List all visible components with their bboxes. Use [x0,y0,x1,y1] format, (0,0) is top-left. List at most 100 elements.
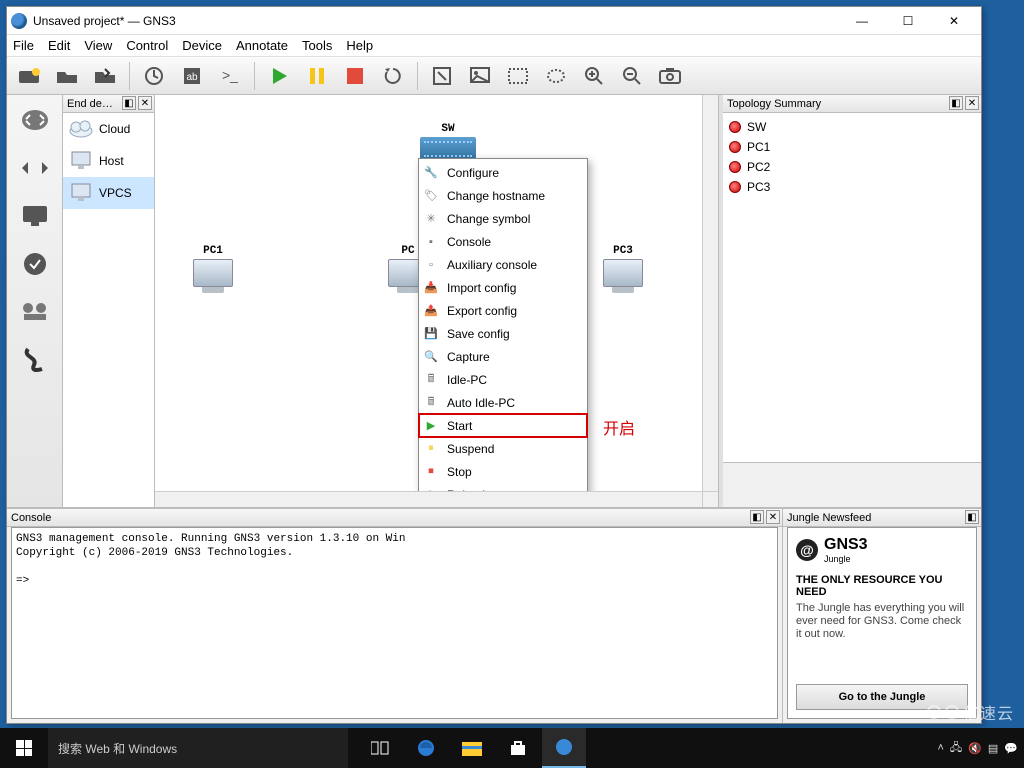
pause-icon: ⏸ [423,441,439,457]
menu-edit[interactable]: Edit [48,38,70,53]
console-output[interactable]: GNS3 management console. Running GNS3 ve… [11,527,778,719]
start-all-icon[interactable] [263,61,295,91]
task-view-icon[interactable] [358,728,402,768]
console-header: Console ◧✕ [7,509,782,527]
ctx-save-config[interactable]: 💾Save config [419,322,587,345]
ctx-capture[interactable]: 🔍Capture [419,345,587,368]
node-sw[interactable]: SW [420,123,476,161]
canvas-vscrollbar[interactable] [702,95,718,491]
ctx-export-config[interactable]: 📤Export config [419,299,587,322]
jungle-text: The Jungle has everything you will ever … [796,602,968,641]
device-item-host[interactable]: Host [63,145,154,177]
panel-float-icon[interactable]: ◧ [965,510,979,524]
menu-file[interactable]: File [13,38,34,53]
end-devices-icon[interactable] [16,199,54,233]
ctx-configure[interactable]: 🔧Configure [419,161,587,184]
ctx-idle-pc[interactable]: 🖩Idle-PC [419,368,587,391]
close-button[interactable]: ✕ [931,7,977,35]
toolbar: ab >_ [7,57,981,95]
annotate-ellipse-icon[interactable] [540,61,572,91]
panel-float-icon[interactable]: ◧ [949,96,963,110]
ctx-change-hostname[interactable]: 🏷Change hostname [419,184,587,207]
topology-item-pc3[interactable]: PC3 [729,177,975,197]
start-button[interactable] [0,728,48,768]
annotate-note-icon[interactable] [426,61,458,91]
panel-float-icon[interactable]: ◧ [750,510,764,524]
device-panel: End de… ◧✕ CloudHostVPCS [63,95,155,507]
play-icon: ▶ [423,418,439,434]
symbol-icon: ✳ [423,211,439,227]
console-all-icon[interactable]: >_ [214,61,246,91]
menu-view[interactable]: View [84,38,112,53]
link-icon[interactable] [16,343,54,377]
node-pc1[interactable]: PC1 [190,245,236,299]
store-icon[interactable] [496,728,540,768]
topology-item-sw[interactable]: SW [729,117,975,137]
switches-icon[interactable] [16,151,54,185]
open-project-icon[interactable] [51,61,83,91]
annotate-image-icon[interactable] [464,61,496,91]
tray-volume-icon[interactable]: 🔇 [968,742,982,755]
annotation-text: 开启 [603,415,635,439]
snapshot-icon[interactable] [138,61,170,91]
maximize-button[interactable]: ☐ [885,7,931,35]
ctx-stop[interactable]: ⏹Stop [419,460,587,483]
panel-float-icon[interactable]: ◧ [122,96,136,110]
capture-icon: 🔍 [423,349,439,365]
tray-chevron-icon[interactable]: ˄ [937,742,943,754]
canvas-hscrollbar[interactable] [155,491,702,507]
stop-all-icon[interactable] [339,61,371,91]
status-dot-icon [729,161,741,173]
context-menu: 🔧Configure🏷Change hostname✳Change symbol… [418,158,588,491]
export-icon: 📤 [423,303,439,319]
gns3-taskbar-icon[interactable] [542,728,586,768]
node-pc3[interactable]: PC3 [600,245,646,299]
jungle-logo: @ GNS3Jungle [796,536,968,564]
zoom-in-icon[interactable] [578,61,610,91]
panel-close-icon[interactable]: ✕ [965,96,979,110]
panel-close-icon[interactable]: ✕ [138,96,152,110]
ctx-start[interactable]: ▶Start [419,414,587,437]
ctx-suspend[interactable]: ⏸Suspend [419,437,587,460]
reload-all-icon[interactable] [377,61,409,91]
ctx-reload[interactable]: ⟳Reload [419,483,587,491]
status-dot-icon [729,121,741,133]
all-devices-icon[interactable] [16,295,54,329]
new-project-icon[interactable] [13,61,45,91]
taskbar-search[interactable]: 搜索 Web 和 Windows [48,728,348,768]
menu-tools[interactable]: Tools [302,38,332,53]
panel-close-icon[interactable]: ✕ [766,510,780,524]
zoom-out-icon[interactable] [616,61,648,91]
tray-network-icon[interactable]: 🖧 [950,739,962,758]
menu-control[interactable]: Control [126,38,168,53]
security-icon[interactable] [16,247,54,281]
annotate-rect-icon[interactable] [502,61,534,91]
tray-keyboard-icon[interactable]: ▤ [988,742,998,755]
window-title: Unsaved project* — GNS3 [33,14,839,28]
explorer-icon[interactable] [450,728,494,768]
edge-icon[interactable] [404,728,448,768]
topology-canvas[interactable]: SWPC1PCPC3🔧Configure🏷Change hostname✳Cha… [155,95,718,491]
show-interface-icon[interactable]: ab [176,61,208,91]
menu-device[interactable]: Device [182,38,222,53]
menu-help[interactable]: Help [346,38,373,53]
routers-icon[interactable] [16,103,54,137]
device-item-cloud[interactable]: Cloud [63,113,154,145]
minimize-button[interactable]: — [839,7,885,35]
pause-all-icon[interactable] [301,61,333,91]
topology-item-pc1[interactable]: PC1 [729,137,975,157]
menu-annotate[interactable]: Annotate [236,38,288,53]
ctx-console[interactable]: ▪Console [419,230,587,253]
import-icon: 📥 [423,280,439,296]
tray-notifications-icon[interactable]: 💬 [1004,742,1018,755]
ctx-import-config[interactable]: 📥Import config [419,276,587,299]
save-project-icon[interactable] [89,61,121,91]
stop-icon: ⏹ [423,464,439,480]
ctx-change-symbol[interactable]: ✳Change symbol [419,207,587,230]
device-item-vpcs[interactable]: VPCS [63,177,154,209]
ctx-auto-idle-pc[interactable]: 🖩Auto Idle-PC [419,391,587,414]
screenshot-icon[interactable] [654,61,686,91]
system-tray[interactable]: ˄ 🖧 🔇 ▤ 💬 [931,739,1024,758]
ctx-auxiliary-console[interactable]: ▫Auxiliary console [419,253,587,276]
topology-item-pc2[interactable]: PC2 [729,157,975,177]
